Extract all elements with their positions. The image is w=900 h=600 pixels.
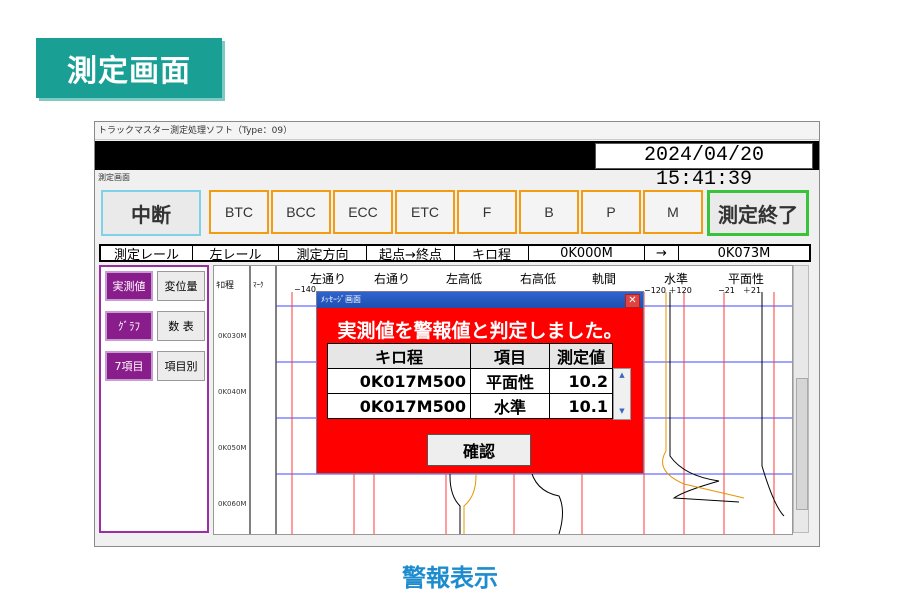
direction-value: 起点→終点 <box>367 246 455 263</box>
scroll-thumb[interactable] <box>796 378 808 510</box>
row-label: 0K050M <box>218 444 247 452</box>
km-cell: 0K017M500 <box>327 393 471 419</box>
km-cell: 0K017M500 <box>327 368 471 394</box>
seven-items-button[interactable]: 7項目 <box>105 351 153 381</box>
item-cell: 平面性 <box>470 368 550 394</box>
end-measurement-button[interactable]: 測定終了 <box>707 190 809 236</box>
chevron-down-icon[interactable]: ▼ <box>616 407 628 417</box>
btc-button[interactable]: BTC <box>209 190 269 234</box>
table-button[interactable]: 数 表 <box>157 311 205 341</box>
chart-scrollbar[interactable] <box>793 265 809 533</box>
col-left-level: 左高低 <box>446 272 483 286</box>
status-bar: 2024/04/20 15:41:39 <box>95 141 819 191</box>
km-end: 0K073M <box>717 245 771 261</box>
value-cell: 10.1 <box>549 393 613 419</box>
rail-value: 左レール <box>193 246 279 263</box>
col-right-level: 右高低 <box>520 272 557 286</box>
arrow-label: → <box>645 246 679 261</box>
graph-button[interactable]: ｸﾞﾗﾌ <box>105 311 153 341</box>
p-button[interactable]: P <box>581 190 641 234</box>
bcc-button[interactable]: BCC <box>271 190 331 234</box>
table-header: 項目 <box>470 343 550 369</box>
col-left-alignment-scale: −140 <box>294 285 316 294</box>
table-row[interactable]: 0K017M500 平面性 10.2 <box>327 368 613 394</box>
col-right-alignment: 右通り <box>374 272 411 286</box>
mark-column-header: ﾏｰｸ <box>253 281 264 289</box>
m-button[interactable]: M <box>643 190 703 234</box>
f-button[interactable]: F <box>457 190 517 234</box>
per-item-button[interactable]: 項目別 <box>157 351 205 381</box>
alert-dialog: ﾒｯｾｰｼﾞ画面 ✕ 実測値を警報値と判定しました。 キロ程 項目 測定値 0K… <box>316 291 644 474</box>
chevron-up-icon[interactable]: ▲ <box>616 371 628 381</box>
col-cross-level-scale: −120 ＋120 <box>644 286 692 295</box>
screen-label: 測定画面 <box>98 173 130 182</box>
table-row[interactable]: 0K017M500 水準 10.1 <box>327 393 613 419</box>
dialog-title: ﾒｯｾｰｼﾞ画面 <box>317 292 643 308</box>
info-bar: 測定レール 左レール 測定方向 起点→終点 キロ程 0K000M → 0K073… <box>99 244 811 263</box>
alert-message: 実測値を警報値と判定しました。 <box>337 320 623 342</box>
etc-button[interactable]: ETC <box>395 190 455 234</box>
confirm-button[interactable]: 確認 <box>427 434 531 466</box>
ecc-button[interactable]: ECC <box>333 190 393 234</box>
km-start: 0K000M <box>529 246 645 261</box>
km-column-header: ｷﾛ程 <box>216 281 235 291</box>
km-label: キロ程 <box>455 246 529 263</box>
value-cell: 10.2 <box>549 368 613 394</box>
row-label: 0K030M <box>218 332 247 340</box>
row-label: 0K060M <box>218 500 247 508</box>
col-gauge: 軌間 <box>592 272 617 286</box>
alert-table: キロ程 項目 測定値 0K017M500 平面性 10.2 0K017M500 … <box>327 343 613 419</box>
direction-label: 測定方向 <box>279 246 367 263</box>
dialog-scrollbar[interactable]: ▲ ▼ <box>613 368 631 420</box>
pause-button[interactable]: 中断 <box>101 190 201 236</box>
page-caption: 警報表示 <box>402 564 498 592</box>
actual-value-button[interactable]: 実測値 <box>105 271 153 301</box>
datetime-display: 2024/04/20 15:41:39 <box>595 143 813 191</box>
row-label: 0K040M <box>218 388 247 396</box>
rail-label: 測定レール <box>101 246 193 263</box>
table-header: キロ程 <box>327 343 471 369</box>
col-twist-scale: −21 ＋21 <box>718 286 762 295</box>
displacement-button[interactable]: 変位量 <box>157 271 205 301</box>
mode-panel: 実測値 変位量 ｸﾞﾗﾌ 数 表 7項目 項目別 <box>99 265 209 533</box>
page-badge: 測定画面 <box>36 38 222 98</box>
window-title: トラックマスター測定処理ソフト（Type：09） <box>95 122 819 140</box>
item-cell: 水準 <box>470 393 550 419</box>
close-icon[interactable]: ✕ <box>625 294 640 308</box>
b-button[interactable]: B <box>519 190 579 234</box>
table-header: 測定値 <box>549 343 613 369</box>
